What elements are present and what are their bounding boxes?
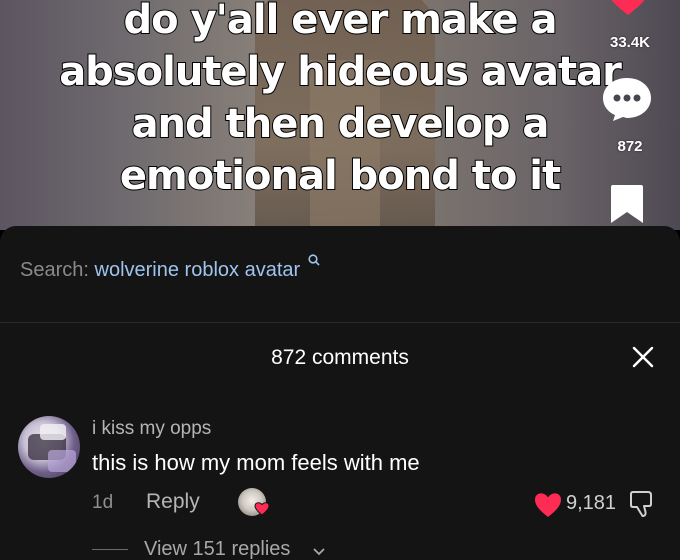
like-count: 33.4K — [609, 34, 651, 51]
search-icon — [308, 249, 320, 266]
view-replies-button[interactable]: View 151 replies — [144, 538, 290, 560]
caption-line: and then develop a — [131, 100, 551, 148]
reply-button[interactable]: Reply — [146, 490, 200, 514]
avatar[interactable] — [18, 416, 80, 478]
search-suggestion[interactable]: Search: wolverine roblox avatar — [20, 254, 320, 282]
caption-line: absolutely hideous avatar — [58, 48, 623, 96]
video-player[interactable]: do y'all ever make a absolutely hideous … — [0, 0, 680, 230]
comment-username[interactable]: i kiss my opps — [92, 418, 211, 440]
comment-icon[interactable] — [601, 76, 653, 122]
comments-count-title: 872 comments — [271, 346, 409, 369]
comment-like-count: 9,181 — [566, 492, 617, 514]
chevron-down-icon[interactable] — [312, 544, 326, 556]
search-prefix: Search: — [20, 259, 89, 281]
divider — [92, 549, 128, 550]
search-term-link[interactable]: wolverine roblox avatar — [95, 259, 301, 281]
dislike-icon[interactable] — [628, 490, 654, 518]
bookmark-icon[interactable] — [609, 183, 645, 225]
heart-icon[interactable] — [606, 0, 650, 16]
divider — [0, 322, 680, 323]
close-icon[interactable] — [630, 344, 656, 370]
creator-liked-badge — [238, 488, 270, 518]
comment-text: this is how my mom feels with me — [92, 450, 420, 475]
heart-icon[interactable] — [534, 492, 562, 518]
video-caption: do y'all ever make a absolutely hideous … — [40, 0, 640, 202]
heart-icon — [254, 502, 270, 516]
caption-line: do y'all ever make a — [123, 0, 559, 44]
caption-line: emotional bond to it — [119, 152, 562, 200]
comment-timestamp: 1d — [92, 492, 114, 513]
comment-count: 872 — [617, 138, 643, 155]
comments-sheet: Search: wolverine roblox avatar 872 comm… — [0, 226, 680, 560]
